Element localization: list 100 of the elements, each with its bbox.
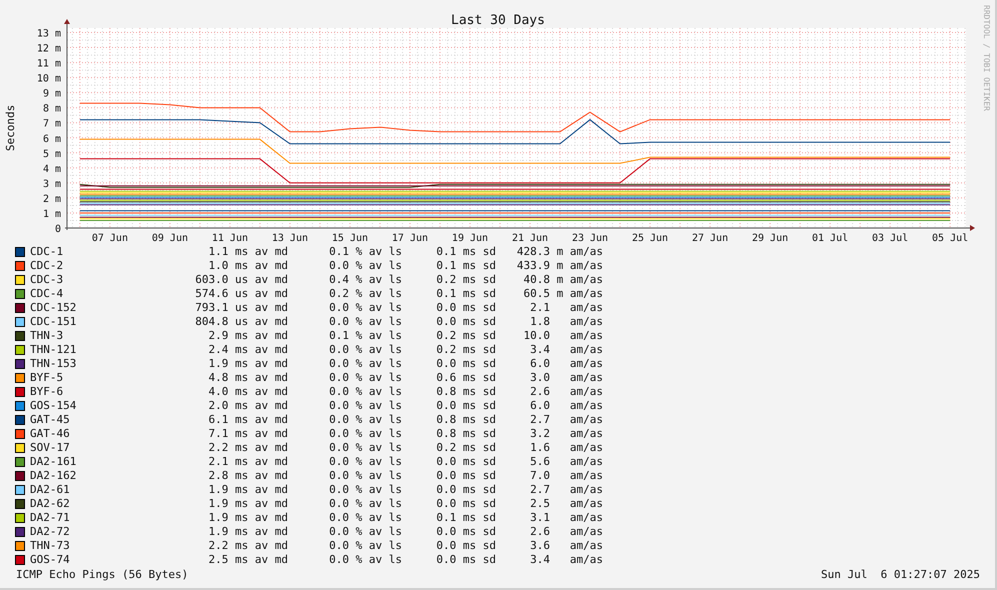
y-tick-label: 0 [54, 224, 61, 235]
series-name: CDC-4 [30, 287, 64, 301]
deviation-value: 0.0 ms sd [435, 301, 496, 315]
series-name: SOV-17 [30, 441, 71, 455]
loss-value: 0.0 % av ls [328, 455, 402, 469]
median-value: 2.0 ms av md [208, 399, 288, 413]
median-value: 2.9 ms av md [208, 329, 288, 343]
deviation-value: 0.0 ms sd [435, 469, 496, 483]
x-tick-label: 11 Jun [212, 233, 248, 244]
loss-value: 0.0 % av ls [328, 483, 402, 497]
x-tick-label: 13 Jun [272, 233, 308, 244]
median-value: 2.2 ms av md [208, 539, 288, 553]
loss-value: 0.0 % av ls [328, 357, 402, 371]
deviation-value: 0.2 ms sd [435, 329, 496, 343]
am-value: 2.7 am/as [529, 483, 603, 497]
deviation-value: 0.0 ms sd [435, 357, 496, 371]
series-name: BYF-5 [30, 371, 64, 385]
loss-value: 0.0 % av ls [328, 371, 402, 385]
deviation-value: 0.1 ms sd [435, 511, 496, 525]
deviation-value: 0.0 ms sd [435, 315, 496, 329]
am-value: 2.7 am/as [529, 413, 603, 427]
median-value: 7.1 ms av md [208, 427, 288, 441]
series-name: GOS-74 [30, 553, 71, 567]
series-name: GOS-154 [30, 399, 78, 413]
y-tick-label: 8 m [42, 104, 61, 115]
deviation-value: 0.0 ms sd [435, 553, 496, 567]
series-name: CDC-1 [30, 245, 64, 259]
loss-value: 0.0 % av ls [328, 259, 402, 273]
series-name: GAT-46 [30, 427, 71, 441]
median-value: 1.9 ms av md [208, 357, 288, 371]
x-tick-label: 01 Jul [812, 233, 848, 244]
loss-value: 0.0 % av ls [328, 525, 402, 539]
am-value: 1.8 am/as [529, 315, 603, 329]
deviation-value: 0.2 ms sd [435, 441, 496, 455]
deviation-value: 0.8 ms sd [435, 413, 496, 427]
y-tick-label: 6 m [42, 134, 61, 145]
series-name: DA2-161 [30, 455, 78, 469]
am-value: 7.0 am/as [529, 469, 603, 483]
median-value: 574.6 us av md [194, 287, 288, 301]
am-value: 3.4 am/as [529, 343, 603, 357]
x-tick-label: 07 Jun [92, 233, 128, 244]
am-value: 3.2 am/as [529, 427, 603, 441]
deviation-value: 0.0 ms sd [435, 399, 496, 413]
loss-value: 0.0 % av ls [328, 497, 402, 511]
am-value: 428.3 m am/as [516, 245, 603, 259]
y-tick-label: 10 m [36, 74, 61, 85]
median-value: 1.9 ms av md [208, 511, 288, 525]
loss-value: 0.0 % av ls [328, 343, 402, 357]
series-name: DA2-61 [30, 483, 71, 497]
median-value: 603.0 us av md [194, 273, 288, 287]
x-tick-label: 17 Jun [392, 233, 428, 244]
y-tick-label: 2 m [42, 194, 61, 205]
median-value: 1.0 ms av md [208, 259, 288, 273]
x-tick-label: 09 Jun [152, 233, 188, 244]
loss-value: 0.0 % av ls [328, 441, 402, 455]
y-tick-label: 7 m [42, 118, 61, 130]
y-tick-label: 3 m [42, 178, 61, 190]
y-tick-label: 13 m [36, 28, 61, 40]
y-tick-label: 12 m [36, 44, 61, 55]
median-value: 793.1 us av md [194, 301, 288, 315]
deviation-value: 0.1 ms sd [435, 259, 496, 273]
x-tick-label: 25 Jun [632, 233, 668, 244]
series-name: CDC-151 [30, 315, 78, 329]
am-value: 2.6 am/as [529, 385, 603, 399]
probe-caption: ICMP Echo Pings (56 Bytes) [16, 568, 188, 582]
deviation-value: 0.0 ms sd [435, 497, 496, 511]
loss-value: 0.0 % av ls [328, 539, 402, 553]
median-value: 2.4 ms av md [208, 343, 288, 357]
chart-title: Last 30 Days [451, 13, 545, 28]
y-tick-label: 11 m [36, 58, 61, 70]
x-tick-label: 19 Jun [452, 233, 488, 244]
timestamp: Sun Jul 6 01:27:07 2025 [821, 568, 980, 582]
median-value: 2.2 ms av md [208, 441, 288, 455]
am-value: 2.6 am/as [529, 525, 603, 539]
deviation-value: 0.0 ms sd [435, 455, 496, 469]
deviation-value: 0.1 ms sd [435, 245, 496, 259]
am-value: 6.0 am/as [529, 357, 603, 371]
y-tick-label: 4 m [42, 164, 61, 175]
series-name: CDC-152 [30, 301, 78, 315]
median-value: 2.5 ms av md [208, 553, 288, 567]
loss-value: 0.0 % av ls [328, 427, 402, 441]
deviation-value: 0.6 ms sd [435, 371, 496, 385]
am-value: 6.0 am/as [529, 399, 603, 413]
x-tick-label: 23 Jun [572, 233, 608, 244]
am-value: 3.0 am/as [529, 371, 603, 385]
x-tick-label: 15 Jun [332, 233, 368, 244]
loss-value: 0.0 % av ls [328, 553, 402, 567]
loss-value: 0.4 % av ls [328, 273, 402, 287]
median-value: 1.9 ms av md [208, 525, 288, 539]
y-tick-label: 1 m [42, 208, 61, 220]
am-value: 10.0 am/as [522, 329, 603, 343]
series-name: THN-153 [30, 357, 78, 371]
y-tick-label: 5 m [42, 148, 61, 160]
loss-value: 0.1 % av ls [328, 329, 402, 343]
series-name: THN-73 [30, 539, 71, 553]
loss-value: 0.0 % av ls [328, 413, 402, 427]
x-tick-label: 03 Jul [872, 233, 908, 244]
loss-value: 0.0 % av ls [328, 511, 402, 525]
deviation-value: 0.2 ms sd [435, 343, 496, 357]
series-name: GAT-45 [30, 413, 71, 427]
